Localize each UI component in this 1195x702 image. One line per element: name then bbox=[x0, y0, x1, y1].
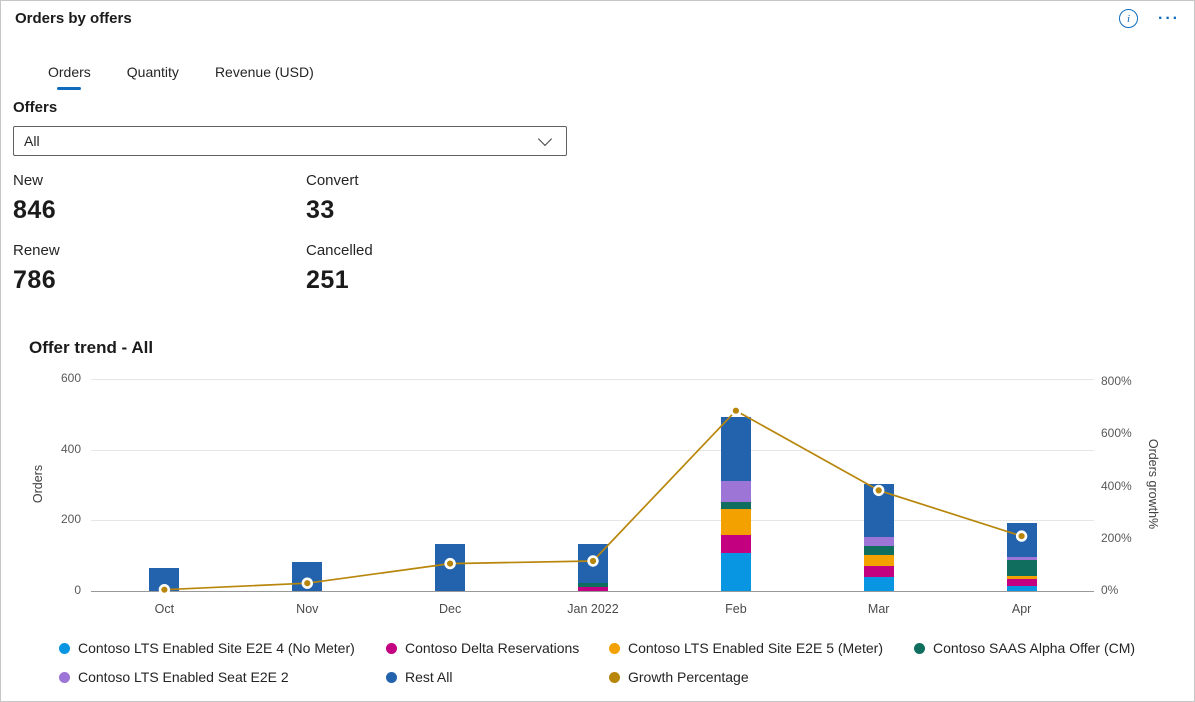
legend-dot bbox=[386, 643, 397, 654]
x-axis-line bbox=[91, 591, 1094, 592]
legend-item[interactable]: Contoso LTS Enabled Seat E2E 2 bbox=[59, 669, 386, 685]
legend-label: Growth Percentage bbox=[628, 669, 749, 685]
left-axis-tick: 0 bbox=[37, 583, 81, 597]
bar-segment[interactable] bbox=[578, 587, 608, 591]
legend-label: Contoso LTS Enabled Seat E2E 2 bbox=[78, 669, 289, 685]
legend-dot bbox=[609, 643, 620, 654]
right-axis-tick: 0% bbox=[1101, 583, 1153, 597]
right-axis-title: Orders growth% bbox=[1146, 419, 1160, 549]
legend-row: Contoso LTS Enabled Seat E2E 2 Rest All … bbox=[59, 667, 1179, 687]
bar-segment[interactable] bbox=[1007, 586, 1037, 591]
legend-dot bbox=[386, 672, 397, 683]
bar-segment[interactable] bbox=[864, 555, 894, 566]
bar-segment[interactable] bbox=[721, 417, 751, 481]
legend-item[interactable]: Rest All bbox=[386, 669, 609, 685]
bar-segment[interactable] bbox=[721, 481, 751, 502]
bar-segment[interactable] bbox=[578, 544, 608, 583]
bar-segment[interactable] bbox=[864, 484, 894, 537]
legend-label: Rest All bbox=[405, 669, 452, 685]
right-axis-tick: 800% bbox=[1101, 374, 1153, 388]
bar-segment[interactable] bbox=[864, 537, 894, 546]
chart-legend: Contoso LTS Enabled Site E2E 4 (No Meter… bbox=[59, 638, 1179, 696]
legend-item[interactable]: Contoso LTS Enabled Site E2E 4 (No Meter… bbox=[59, 640, 386, 656]
legend-dot bbox=[59, 643, 70, 654]
x-axis-label: Nov bbox=[252, 602, 362, 616]
bar-segment[interactable] bbox=[1007, 576, 1037, 579]
bar-segment[interactable] bbox=[149, 568, 179, 591]
x-axis-label: Jan 2022 bbox=[538, 602, 648, 616]
legend-item[interactable]: Contoso LTS Enabled Site E2E 5 (Meter) bbox=[609, 640, 914, 656]
bar-segment[interactable] bbox=[864, 546, 894, 555]
bar-segment[interactable] bbox=[1007, 557, 1037, 560]
bar-segment[interactable] bbox=[721, 553, 751, 591]
orders-by-offers-widget: Orders by offers Orders Quantity Revenue… bbox=[0, 0, 1195, 702]
legend-row: Contoso LTS Enabled Site E2E 4 (No Meter… bbox=[59, 638, 1179, 658]
bar-segment[interactable] bbox=[578, 583, 608, 587]
legend-item[interactable]: Contoso Delta Reservations bbox=[386, 640, 609, 656]
bar-segment[interactable] bbox=[721, 509, 751, 535]
left-axis-title: Orders bbox=[31, 419, 45, 549]
legend-label: Contoso LTS Enabled Site E2E 5 (Meter) bbox=[628, 640, 883, 656]
bar-segment[interactable] bbox=[292, 562, 322, 591]
bar-segment[interactable] bbox=[435, 544, 465, 591]
x-axis-label: Dec bbox=[395, 602, 505, 616]
bar-segment[interactable] bbox=[864, 566, 894, 577]
legend-dot bbox=[914, 643, 925, 654]
legend-dot bbox=[609, 672, 620, 683]
bar-segment[interactable] bbox=[1007, 560, 1037, 576]
growth-line-svg bbox=[1, 1, 1194, 701]
bar-segment[interactable] bbox=[1007, 523, 1037, 557]
bar-segment[interactable] bbox=[721, 535, 751, 553]
gridline bbox=[91, 450, 1094, 451]
legend-dot bbox=[59, 672, 70, 683]
x-axis-label: Oct bbox=[109, 602, 219, 616]
x-axis-label: Apr bbox=[967, 602, 1077, 616]
legend-label: Contoso LTS Enabled Site E2E 4 (No Meter… bbox=[78, 640, 355, 656]
legend-item[interactable]: Contoso SAAS Alpha Offer (CM) bbox=[914, 640, 1135, 656]
bar-segment[interactable] bbox=[721, 502, 751, 509]
x-axis-label: Mar bbox=[824, 602, 934, 616]
left-axis-tick: 600 bbox=[37, 371, 81, 385]
legend-label: Contoso SAAS Alpha Offer (CM) bbox=[933, 640, 1135, 656]
bar-segment[interactable] bbox=[1007, 579, 1037, 586]
gridline bbox=[91, 379, 1094, 380]
x-axis-label: Feb bbox=[681, 602, 791, 616]
offer-trend-chart: 02004006000%200%400%600%800%OctNovDecJan… bbox=[1, 1, 1194, 701]
growth-marker[interactable] bbox=[732, 406, 741, 415]
gridline bbox=[91, 520, 1094, 521]
bar-segment[interactable] bbox=[864, 577, 894, 591]
legend-item[interactable]: Growth Percentage bbox=[609, 669, 914, 685]
legend-label: Contoso Delta Reservations bbox=[405, 640, 579, 656]
